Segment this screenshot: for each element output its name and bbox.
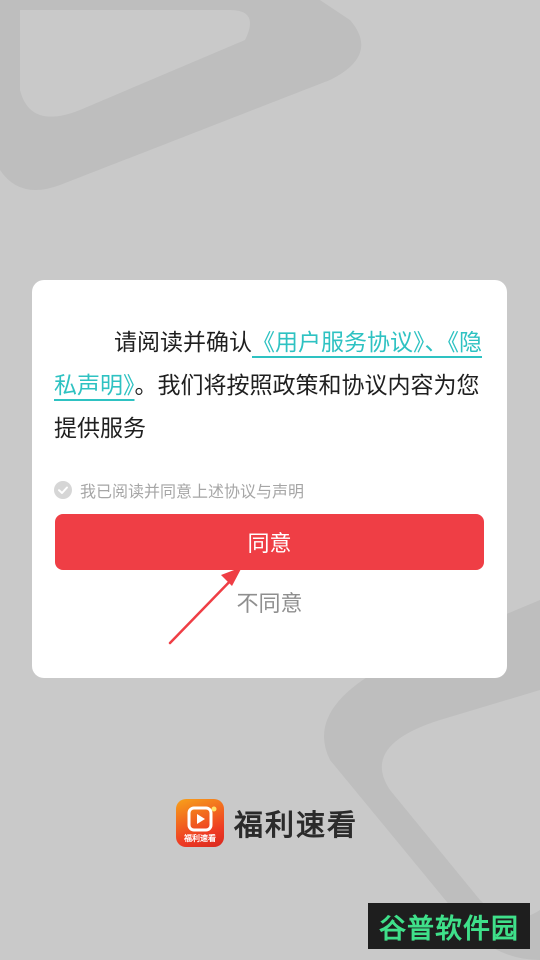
site-watermark: 谷普软件园 bbox=[368, 903, 530, 949]
app-logo: 福利速看 bbox=[176, 799, 224, 847]
check-circle-icon[interactable] bbox=[54, 481, 72, 499]
agreement-checkbox-row[interactable]: 我已阅读并同意上述协议与声明 bbox=[54, 478, 304, 502]
checkbox-label: 我已阅读并同意上述协议与声明 bbox=[80, 482, 305, 501]
consent-message: 请阅读并确认《用户服务协议》、《隐私声明》。我们将按照政策和协议内容为您提供服务 bbox=[54, 322, 492, 451]
agree-button[interactable]: 同意 bbox=[55, 514, 484, 570]
privacy-consent-dialog: 请阅读并确认《用户服务协议》、《隐私声明》。我们将按照政策和协议内容为您提供服务… bbox=[32, 280, 507, 678]
brand-footer: 福利速看 福利速看 bbox=[176, 799, 358, 847]
user-agreement-link[interactable]: 《用户服务协议》、 bbox=[252, 330, 448, 356]
disagree-button[interactable]: 不同意 bbox=[32, 586, 507, 618]
message-prefix: 请阅读并确认 bbox=[114, 330, 252, 356]
app-name: 福利速看 bbox=[234, 808, 359, 842]
app-logo-text: 福利速看 bbox=[184, 834, 216, 843]
